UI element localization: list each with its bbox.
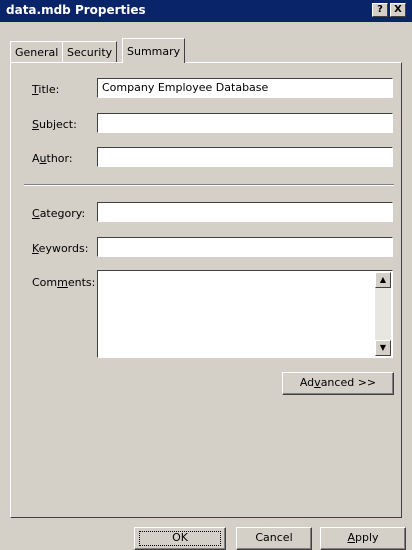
tab-summary[interactable]: Summary — [122, 38, 186, 63]
scroll-up-icon: ▲ — [379, 275, 387, 284]
tab-security-label: Security — [67, 46, 113, 59]
ok-button[interactable]: OK — [134, 527, 226, 550]
properties-dialog: data.mdb Properties ? X General Security… — [0, 0, 412, 550]
apply-button[interactable]: Apply — [320, 527, 406, 550]
help-icon: ? — [377, 4, 383, 15]
subject-field[interactable] — [97, 113, 393, 133]
tab-general[interactable]: General — [10, 41, 64, 62]
category-label: Category: — [32, 207, 86, 220]
close-icon: X — [394, 4, 402, 15]
title-value: Company Employee Database — [102, 81, 269, 94]
title-bar[interactable]: data.mdb Properties ? X — [0, 0, 412, 22]
tab-summary-label: Summary — [127, 45, 181, 58]
cancel-button[interactable]: Cancel — [236, 527, 312, 550]
keywords-label: Keywords: — [32, 242, 89, 255]
title-field[interactable]: Company Employee Database — [97, 78, 393, 98]
comments-scrollbar[interactable]: ▲ ▼ — [375, 272, 391, 356]
keywords-field[interactable] — [97, 237, 393, 257]
scroll-down-icon: ▼ — [379, 343, 387, 352]
separator — [24, 184, 394, 186]
scroll-down-button[interactable]: ▼ — [375, 340, 391, 356]
advanced-button[interactable]: Advanced >> — [282, 372, 394, 395]
author-field[interactable] — [97, 147, 393, 167]
subject-label: Subject: — [32, 118, 77, 131]
tab-general-label: General — [15, 46, 59, 59]
focus-rectangle — [139, 531, 221, 546]
window-title: data.mdb Properties — [6, 3, 146, 17]
title-label: Title: — [32, 83, 60, 96]
category-field[interactable] — [97, 202, 393, 222]
scroll-up-button[interactable]: ▲ — [375, 272, 391, 288]
close-button[interactable]: X — [390, 3, 406, 17]
tab-security[interactable]: Security — [62, 41, 118, 62]
help-button[interactable]: ? — [372, 3, 388, 17]
author-label: Author: — [32, 152, 73, 165]
comments-textarea[interactable]: ▲ ▼ — [97, 270, 393, 358]
comments-label: Comments: — [32, 276, 96, 289]
